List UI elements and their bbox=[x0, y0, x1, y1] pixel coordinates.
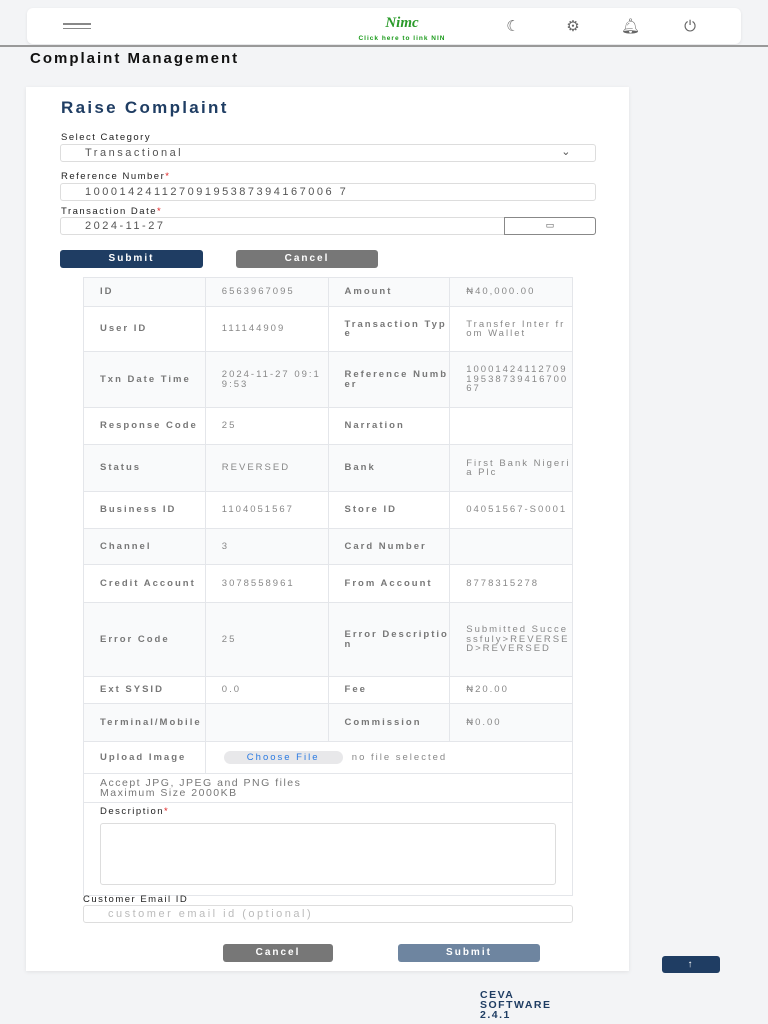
field-label: Commission bbox=[327, 703, 451, 742]
bottom-cancel-button[interactable]: Cancel bbox=[223, 944, 333, 962]
field-label: Error Description bbox=[327, 602, 451, 677]
field-label: Error Code bbox=[83, 602, 206, 677]
field-label: Bank bbox=[327, 444, 451, 492]
table-row: Status REVERSED Bank First Bank Nigeria Plc bbox=[83, 444, 573, 492]
table-row: Credit Account 3078558961 From Account 8778… bbox=[83, 564, 573, 603]
date-label: Transaction Date* bbox=[61, 206, 163, 217]
field-label: User ID bbox=[83, 306, 206, 352]
upload-label: Upload Image bbox=[83, 741, 206, 774]
field-value: 8778315278 bbox=[449, 564, 573, 603]
field-value: 3 bbox=[204, 528, 329, 565]
form-title: Raise Complaint bbox=[61, 98, 229, 117]
field-value: 04051567-S0001 bbox=[449, 491, 573, 529]
footer-version: CEVA SOFTWARE 2.4.1 bbox=[480, 989, 552, 1021]
logo-text: Nimc bbox=[385, 15, 419, 31]
description-textarea[interactable] bbox=[100, 822, 556, 885]
transaction-date-input[interactable]: 2024-11-27 ▭ bbox=[60, 217, 596, 235]
power-icon[interactable]: ⏻ bbox=[681, 18, 699, 36]
table-row: Txn Date Time 2024-11-27 09:19:53 Referenc… bbox=[83, 351, 573, 408]
field-label: Response Code bbox=[83, 407, 206, 445]
top-navbar: Nimc Click here to link NIN ☾ ⚙ 🔔︎ ⏻ bbox=[27, 8, 741, 44]
file-status: no file selected bbox=[351, 751, 448, 763]
field-value: 0.0 bbox=[204, 676, 329, 704]
field-label: Fee bbox=[327, 676, 451, 704]
category-value: Transactional bbox=[85, 147, 184, 159]
moon-icon[interactable]: ☾ bbox=[504, 18, 522, 36]
field-value: Transfer Inter from Wallet bbox=[449, 306, 573, 352]
chevron-down-icon: ⌄ bbox=[561, 146, 573, 158]
field-value: 25 bbox=[204, 602, 329, 677]
field-label: Store ID bbox=[327, 491, 451, 529]
table-row: ID 6563967095 Amount ₦40,000.00 bbox=[83, 277, 573, 307]
field-label: Credit Account bbox=[83, 564, 206, 603]
field-label: Amount bbox=[327, 277, 451, 307]
divider bbox=[0, 45, 768, 47]
field-value: 2024-11-27 09:19:53 bbox=[204, 351, 329, 408]
field-label: Reference Number bbox=[327, 351, 451, 408]
field-label: Terminal/Mobile bbox=[83, 703, 206, 742]
field-label: Channel bbox=[83, 528, 206, 565]
page-title: Complaint Management bbox=[30, 50, 240, 67]
field-value: REVERSED bbox=[204, 444, 329, 492]
table-row: Error Code 25 Error Description Submitted S… bbox=[83, 602, 573, 677]
transaction-details-table: ID 6563967095 Amount ₦40,000.00 User ID 11114… bbox=[83, 277, 574, 896]
field-label: Status bbox=[83, 444, 206, 492]
field-value: 1104051567 bbox=[204, 491, 329, 529]
field-label: Txn Date Time bbox=[83, 351, 206, 408]
gear-icon[interactable]: ⚙ bbox=[564, 18, 582, 36]
cancel-button[interactable]: Cancel bbox=[236, 250, 378, 268]
arrow-up-icon: ↑ bbox=[687, 959, 695, 970]
category-select[interactable]: Transactional ⌄ bbox=[60, 144, 596, 162]
field-label: Card Number bbox=[327, 528, 451, 565]
field-label: Ext SYSID bbox=[83, 676, 206, 704]
email-label: Customer Email ID bbox=[83, 894, 189, 905]
table-row: Response Code 25 Narration bbox=[83, 407, 573, 445]
choose-file-button[interactable]: Choose File bbox=[223, 750, 343, 765]
table-row: Terminal/Mobile Commission ₦0.00 bbox=[83, 703, 573, 742]
field-value: 25 bbox=[204, 407, 329, 445]
field-label: ID bbox=[83, 277, 206, 307]
upload-hint: Accept JPG, JPEG and PNG files Maximum Si… bbox=[100, 777, 302, 799]
field-label: Narration bbox=[327, 407, 451, 445]
table-row: Business ID 1104051567 Store ID 04051567-S0… bbox=[83, 491, 573, 529]
field-value: ₦0.00 bbox=[449, 703, 573, 742]
category-label: Select Category bbox=[61, 132, 152, 143]
description-label: Description* bbox=[100, 806, 170, 817]
field-value: First Bank Nigeria Plc bbox=[449, 444, 573, 492]
table-row: User ID 111144909 Transaction Type Transfer… bbox=[83, 306, 573, 352]
hamburger-menu-icon[interactable] bbox=[63, 23, 91, 32]
field-value bbox=[449, 528, 573, 565]
reference-label: Reference Number* bbox=[61, 171, 171, 182]
field-value: 111144909 bbox=[204, 306, 329, 352]
calendar-icon[interactable]: ▭ bbox=[504, 217, 596, 235]
table-row: Ext SYSID 0.0 Fee ₦20.00 bbox=[83, 676, 573, 704]
reference-number-input[interactable]: 10001424112709195387394167006 7 bbox=[60, 183, 596, 201]
nimc-logo[interactable]: Nimc Click here to link NIN bbox=[347, 11, 457, 42]
field-value: 100014241127091953873941670067 bbox=[449, 351, 573, 408]
field-value: Submitted Successfuly>REVERSED>REVERSED bbox=[449, 602, 573, 677]
submit-button[interactable]: Submit bbox=[60, 250, 203, 268]
bell-icon[interactable]: 🔔︎ bbox=[621, 18, 640, 36]
bottom-submit-button[interactable]: Submit bbox=[398, 944, 540, 962]
field-label: Transaction Type bbox=[327, 306, 451, 352]
field-value bbox=[449, 407, 573, 445]
email-input[interactable]: customer email id (optional) bbox=[83, 905, 573, 923]
field-label: Business ID bbox=[83, 491, 206, 529]
raise-complaint-card: Raise Complaint Select Category Transact… bbox=[26, 87, 629, 971]
field-value: ₦40,000.00 bbox=[449, 277, 573, 307]
field-value: ₦20.00 bbox=[449, 676, 573, 704]
field-label: From Account bbox=[327, 564, 451, 603]
field-value bbox=[204, 703, 329, 742]
field-value: 6563967095 bbox=[204, 277, 329, 307]
field-value: 3078558961 bbox=[204, 564, 329, 603]
back-to-top-button[interactable]: ↑ bbox=[662, 956, 720, 973]
table-row: Channel 3 Card Number bbox=[83, 528, 573, 565]
link-nin-link[interactable]: Click here to link NIN bbox=[347, 35, 457, 42]
